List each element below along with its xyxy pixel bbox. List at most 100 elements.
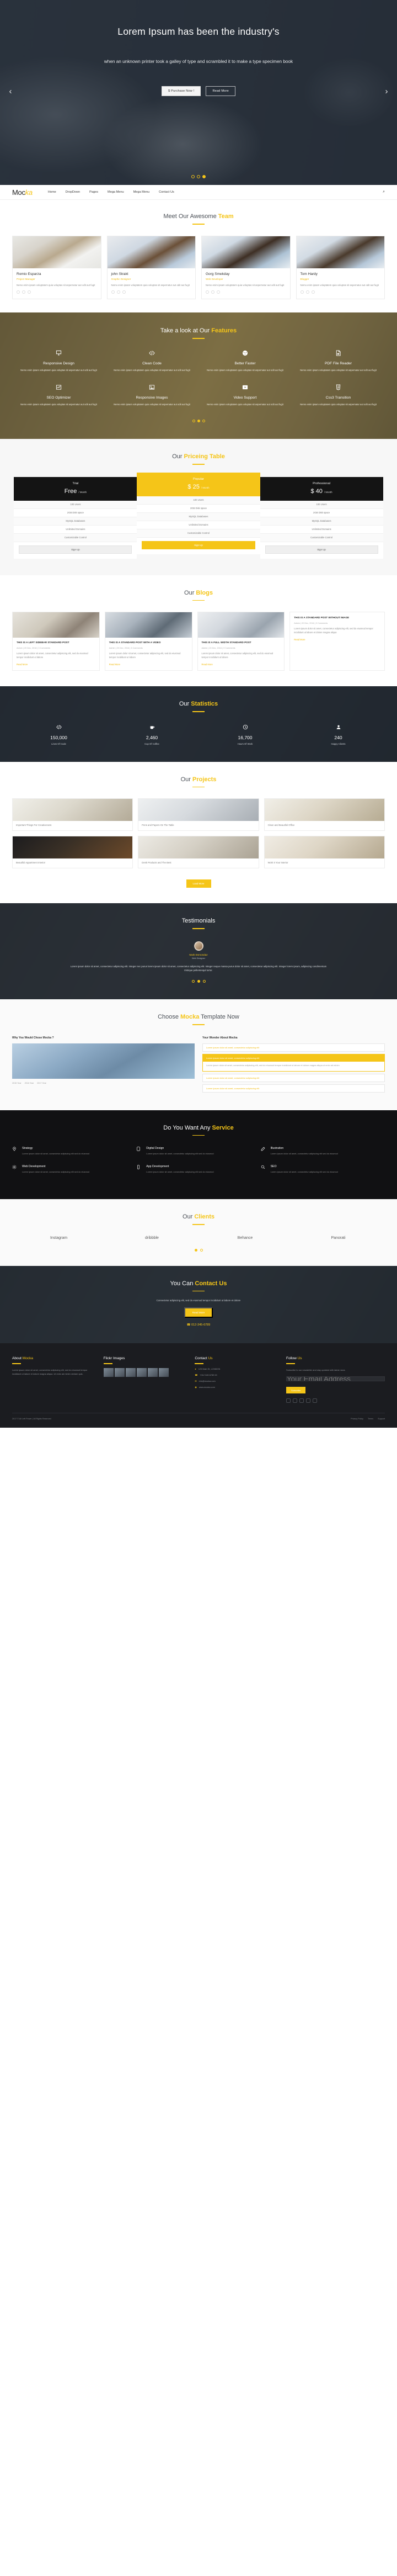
footer-flickr-thumbnails[interactable] [103, 1367, 187, 1377]
flickr-thumb[interactable] [103, 1367, 114, 1377]
plan-signup-button[interactable]: Sign Up [19, 545, 132, 554]
facebook-icon[interactable] [111, 290, 115, 294]
project-card[interactable]: Work It Your Interior [264, 836, 385, 868]
blog-card[interactable]: THIS IS A FULL WIDTH STANDARD POST Admin… [197, 612, 285, 671]
team-social-links[interactable] [111, 290, 192, 294]
nav-item-contact-us[interactable]: Contact Us [159, 190, 174, 194]
tab-2017[interactable]: 2017 Year [37, 1082, 46, 1084]
clients-pagination-dots[interactable] [12, 1248, 385, 1252]
team-card[interactable]: Tom Hardy Blogger Nemo enim ipsam volupt… [296, 235, 385, 300]
hero-dot-3[interactable] [202, 175, 206, 178]
google-plus-icon[interactable] [299, 1398, 304, 1403]
footer-contact-email[interactable]: info@mocka.com [199, 1380, 216, 1382]
nav-item-pages[interactable]: Pages [89, 190, 98, 194]
features-dot-2[interactable] [197, 420, 200, 423]
linkedin-icon[interactable] [306, 1398, 311, 1403]
accordion-header[interactable]: Lorem ipsum dolor sit amet, consectetur … [203, 1044, 384, 1051]
newsletter-subscribe-button[interactable]: Subscribe [286, 1387, 306, 1394]
privacy-policy-link[interactable]: Privacy Policy [351, 1418, 363, 1420]
hero-next-arrow-icon[interactable]: › [382, 87, 391, 97]
linkedin-icon[interactable] [311, 290, 315, 294]
team-card[interactable]: Romio Esparza Project Manager Nemo enim … [12, 235, 101, 300]
footer-contact-phone[interactable]: +012 345 6789 00 [200, 1374, 217, 1376]
linkedin-icon[interactable] [122, 290, 126, 294]
client-logo-panorati[interactable]: Panorati [292, 1236, 385, 1240]
hero-dot-2[interactable] [197, 175, 200, 178]
pricing-plan-trial[interactable]: Trial Free / Month 100 Users 2GB Disk sp… [14, 476, 137, 559]
service-item[interactable]: SEO Lorem ipsum dolor sit amet, consecte… [261, 1165, 385, 1183]
feature-item[interactable]: Responsive Images Nemo enim ipsam volupt… [105, 384, 198, 406]
blog-card-no-image[interactable]: THIS IS A STANDARD POST WITHOUT IMAGE Ad… [289, 612, 385, 671]
feature-item[interactable]: Responsive Design Nemo enim ipsam volupt… [12, 350, 105, 372]
contact-read-more-button[interactable]: Read More [184, 1307, 213, 1318]
project-card[interactable]: Desk Products and The Best [138, 836, 259, 868]
nav-item-dropdown[interactable]: DropDown [66, 190, 80, 194]
search-icon[interactable]: ⌕ [383, 190, 385, 194]
support-link[interactable]: Support [378, 1418, 385, 1420]
service-item[interactable]: Illustration Lorem ipsum dolor sit amet,… [261, 1147, 385, 1165]
project-card[interactable]: Clean and Beautiful Office [264, 798, 385, 831]
blog-read-more-link[interactable]: Read More [109, 663, 188, 666]
rss-icon[interactable] [313, 1398, 318, 1403]
feature-item[interactable]: Video Support Nemo enim ipsam voluptatem… [198, 384, 292, 406]
flickr-thumb[interactable] [114, 1367, 125, 1377]
feature-item[interactable]: Better Faster Nemo enim ipsam voluptatem… [198, 350, 292, 372]
tab-2016[interactable]: 2016 Year [25, 1082, 34, 1084]
blog-read-more-link[interactable]: Read More [17, 663, 95, 666]
plan-signup-button[interactable]: Sign Up [142, 540, 255, 549]
newsletter-email-input[interactable] [286, 1376, 385, 1381]
hero-prev-arrow-icon[interactable]: ‹ [6, 87, 15, 97]
footer-social-links[interactable] [286, 1398, 385, 1403]
service-item[interactable]: Digital Design Lorem ipsum dolor sit ame… [136, 1147, 260, 1165]
pricing-plan-popular[interactable]: Popular $ 25 / Month 100 Users 2GB Disk … [137, 472, 260, 554]
hero-pagination-dots[interactable] [0, 175, 397, 178]
client-logo-behance[interactable]: Behance [198, 1236, 292, 1240]
team-social-links[interactable] [17, 290, 97, 294]
flickr-thumb[interactable] [136, 1367, 147, 1377]
clients-dot-1[interactable] [194, 1248, 197, 1252]
project-card[interactable]: Beautiful Appartment Interior [12, 836, 133, 868]
twitter-icon[interactable] [211, 290, 214, 294]
linkedin-icon[interactable] [28, 290, 31, 294]
accordion-item[interactable]: Lorem ipsum dolor sit amet, consectetur … [202, 1073, 385, 1082]
read-more-button[interactable]: Read More [206, 86, 235, 96]
nav-item-megamenu-2[interactable]: Mega Menu [133, 190, 150, 194]
purchase-now-button[interactable]: $ Purchase Now ! [162, 86, 201, 96]
client-logo-instagram[interactable]: Instagram [12, 1236, 105, 1240]
facebook-icon[interactable] [300, 290, 304, 294]
facebook-icon[interactable] [286, 1398, 291, 1403]
feature-item[interactable]: Clean Code Nemo enim ipsam voluptatem qu… [105, 350, 198, 372]
project-card[interactable]: Pens and Papers On The Table [138, 798, 259, 831]
twitter-icon[interactable] [293, 1398, 298, 1403]
testimonial-dot-2[interactable] [197, 980, 200, 983]
service-item[interactable]: Strategy Lorem ipsum dolor sit amet, con… [12, 1147, 136, 1165]
accordion-item[interactable]: Lorem ipsum dolor sit amet, consectetur … [202, 1043, 385, 1052]
flickr-thumb[interactable] [158, 1367, 169, 1377]
load-more-projects-button[interactable]: Load More [186, 879, 211, 888]
nav-item-home[interactable]: Home [48, 190, 56, 194]
features-dot-3[interactable] [202, 420, 205, 423]
site-logo[interactable]: Mocka [12, 188, 33, 197]
blog-card[interactable]: THIS IS A STANDARD POST WITH A VIDEO Adm… [104, 612, 192, 671]
testimonial-dot-3[interactable] [202, 980, 206, 983]
blog-read-more-link[interactable]: Read More [294, 638, 380, 641]
nav-item-megamenu-1[interactable]: Mega Menu [108, 190, 124, 194]
facebook-icon[interactable] [17, 290, 20, 294]
footer-contact-website[interactable]: www.mocka.com [199, 1386, 215, 1388]
accordion-item-open[interactable]: Lorem ipsum dolor sit amet, consectetur … [202, 1053, 385, 1072]
team-card[interactable]: john Strakt Graphic Designer Nemo enim i… [106, 235, 196, 300]
blog-card[interactable]: THIS IS A LEFT SIDEBAR STANDARD POST Adm… [12, 612, 100, 671]
contact-phone-number[interactable]: ☎ 012-345-6789 [12, 1323, 385, 1327]
terms-link[interactable]: Terms [368, 1418, 373, 1420]
service-item[interactable]: App Development Lorem ipsum dolor sit am… [136, 1165, 260, 1183]
facebook-icon[interactable] [206, 290, 209, 294]
hero-dot-1[interactable] [191, 175, 195, 178]
accordion-header[interactable]: Lorem ipsum dolor sit amet, consectetur … [203, 1054, 384, 1062]
tab-2015[interactable]: 2015 Year [12, 1082, 22, 1084]
features-dot-1[interactable] [192, 420, 195, 423]
feature-item[interactable]: Css3 Transition Nemo enim ipsam voluptat… [292, 384, 385, 406]
accordion-header[interactable]: Lorem ipsum dolor sit amet, consectetur … [203, 1085, 384, 1092]
clients-dot-2[interactable] [200, 1248, 203, 1252]
features-pagination-dots[interactable] [12, 420, 385, 423]
feature-item[interactable]: PDF File Reader Nemo enim ipsam voluptat… [292, 349, 385, 372]
